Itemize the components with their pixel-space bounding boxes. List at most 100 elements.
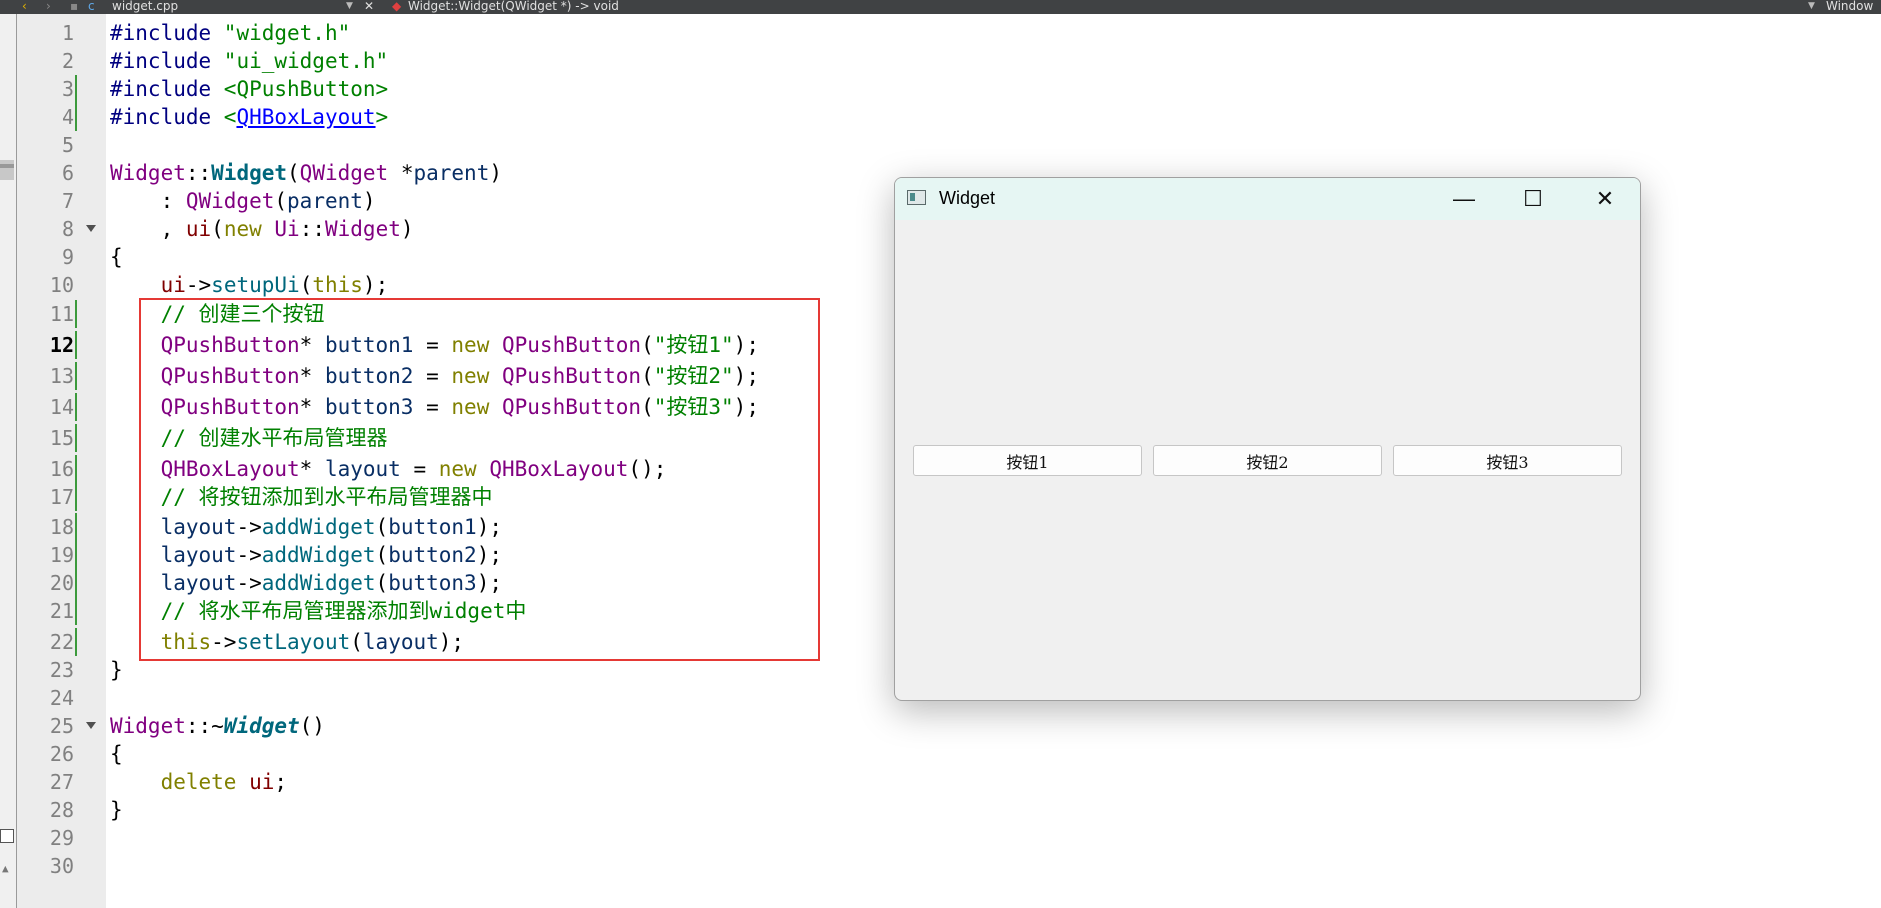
forward-arrow-icon[interactable]: › (46, 0, 51, 12)
app-window-icon (907, 190, 926, 205)
code-text: } (110, 796, 123, 824)
code-line[interactable]: 29 (0, 824, 1881, 852)
maximize-icon[interactable]: ☐ (1498, 178, 1568, 220)
code-text: : QWidget(parent) (110, 187, 376, 215)
code-line[interactable]: 3 #include <QPushButton> (0, 75, 1881, 103)
change-marker (75, 300, 77, 328)
line-number: 1 (61, 21, 74, 45)
lock-icon: ▪ (70, 0, 79, 13)
code-token: Widget (223, 714, 300, 738)
push-button-1[interactable]: 按钮1 (913, 445, 1142, 476)
line-number: 4 (61, 105, 74, 129)
code-text: #include <QPushButton> (110, 75, 388, 103)
line-number: 25 (49, 714, 74, 738)
code-line[interactable]: 1 #include "widget.h" (0, 19, 1881, 47)
line-number: 21 (49, 599, 74, 623)
code-token[interactable]: QHBoxLayout (236, 105, 375, 129)
close-file-icon[interactable]: ✕ (364, 0, 374, 12)
code-token: } (110, 658, 123, 682)
line-number: 16 (49, 457, 74, 481)
code-token: :: (185, 161, 212, 185)
code-text: Widget::~Widget() (110, 712, 325, 740)
code-token: > (375, 105, 389, 129)
push-button-3[interactable]: 按钮3 (1393, 445, 1622, 476)
code-line[interactable]: 2 #include "ui_widget.h" (0, 47, 1881, 75)
line-number: 9 (61, 245, 74, 269)
code-line[interactable]: 4 #include <QHBoxLayout> (0, 103, 1881, 131)
change-marker (75, 455, 77, 483)
line-number: 17 (49, 485, 74, 509)
line-number: 22 (49, 630, 74, 654)
code-token: Ui (274, 217, 300, 241)
push-button-2[interactable]: 按钮2 (1153, 445, 1382, 476)
window-dropdown-icon[interactable]: ▼ (1808, 0, 1815, 12)
code-line[interactable]: 26 { (0, 740, 1881, 768)
window-title-bar[interactable]: Widget — ☐ ✕ (895, 178, 1640, 220)
line-number: 7 (61, 189, 74, 213)
change-marker (75, 362, 77, 390)
line-number: 30 (49, 854, 74, 878)
change-marker (75, 541, 77, 569)
change-marker (75, 513, 77, 541)
highlight-annotation-box (139, 298, 820, 661)
code-text: { (110, 740, 123, 768)
line-number: 27 (49, 770, 74, 794)
code-line[interactable]: 30 (0, 852, 1881, 880)
code-line[interactable]: 25 Widget::~Widget() (0, 712, 1881, 740)
code-token: parent (413, 161, 490, 185)
close-icon[interactable]: ✕ (1570, 178, 1640, 220)
code-token: ui (185, 217, 212, 241)
code-token: Widget (110, 161, 186, 185)
code-token: #include (110, 105, 224, 129)
fold-arrow-icon[interactable] (86, 722, 96, 729)
code-token: <QPushButton> (223, 77, 389, 101)
code-line[interactable]: 28} (0, 796, 1881, 824)
code-text: ui->setupUi(this); (110, 271, 389, 299)
code-token: parent (287, 189, 363, 213)
code-text: Widget::Widget(QWidget *parent) (110, 159, 502, 187)
code-token: { (110, 742, 123, 766)
code-token: QWidget (185, 189, 275, 213)
code-token: setupUi (211, 273, 300, 297)
code-text: #include "widget.h" (110, 19, 350, 47)
line-number: 24 (49, 686, 74, 710)
code-token: -> (185, 273, 212, 297)
line-number: 6 (61, 161, 74, 185)
code-token: ui (160, 273, 186, 297)
code-text: { (110, 243, 123, 271)
line-number: 19 (49, 543, 74, 567)
code-token: Widget (110, 714, 186, 738)
change-marker (75, 103, 77, 131)
code-token: , (110, 217, 186, 241)
function-icon: ◆ (392, 0, 402, 13)
line-number: 10 (49, 273, 74, 297)
code-line[interactable]: 5 (0, 131, 1881, 159)
code-token: () (299, 714, 325, 738)
code-token: Widget (211, 161, 288, 185)
code-token: ) (489, 161, 502, 185)
editor-toolbar: ‹ › ▪ c widget.cpp ▼ ✕ ◆ Widget::Widget(… (0, 0, 1881, 14)
code-token: "widget.h" (223, 21, 351, 45)
code-line[interactable]: 27 delete ui; (0, 768, 1881, 796)
line-number: 13 (49, 364, 74, 388)
change-marker (75, 75, 77, 103)
fold-arrow-icon[interactable] (86, 225, 96, 232)
code-token: ; (274, 770, 288, 794)
file-dropdown-icon[interactable]: ▼ (346, 0, 353, 12)
code-token: #include (110, 49, 224, 73)
code-token: this (312, 273, 363, 297)
line-number: 11 (49, 302, 74, 326)
minimize-icon[interactable]: — (1429, 178, 1499, 220)
file-name[interactable]: widget.cpp (112, 0, 178, 12)
window-label[interactable]: Window (1826, 0, 1873, 12)
back-arrow-icon[interactable]: ‹ (22, 0, 27, 12)
function-breadcrumb[interactable]: Widget::Widget(QWidget *) -> void (408, 0, 619, 12)
code-token: ( (211, 217, 224, 241)
code-token: ( (299, 273, 313, 297)
code-text: delete ui; (110, 768, 287, 796)
change-marker (75, 597, 77, 625)
qt-widget-window[interactable]: Widget — ☐ ✕ 按钮1 按钮2 按钮3 (894, 177, 1641, 701)
